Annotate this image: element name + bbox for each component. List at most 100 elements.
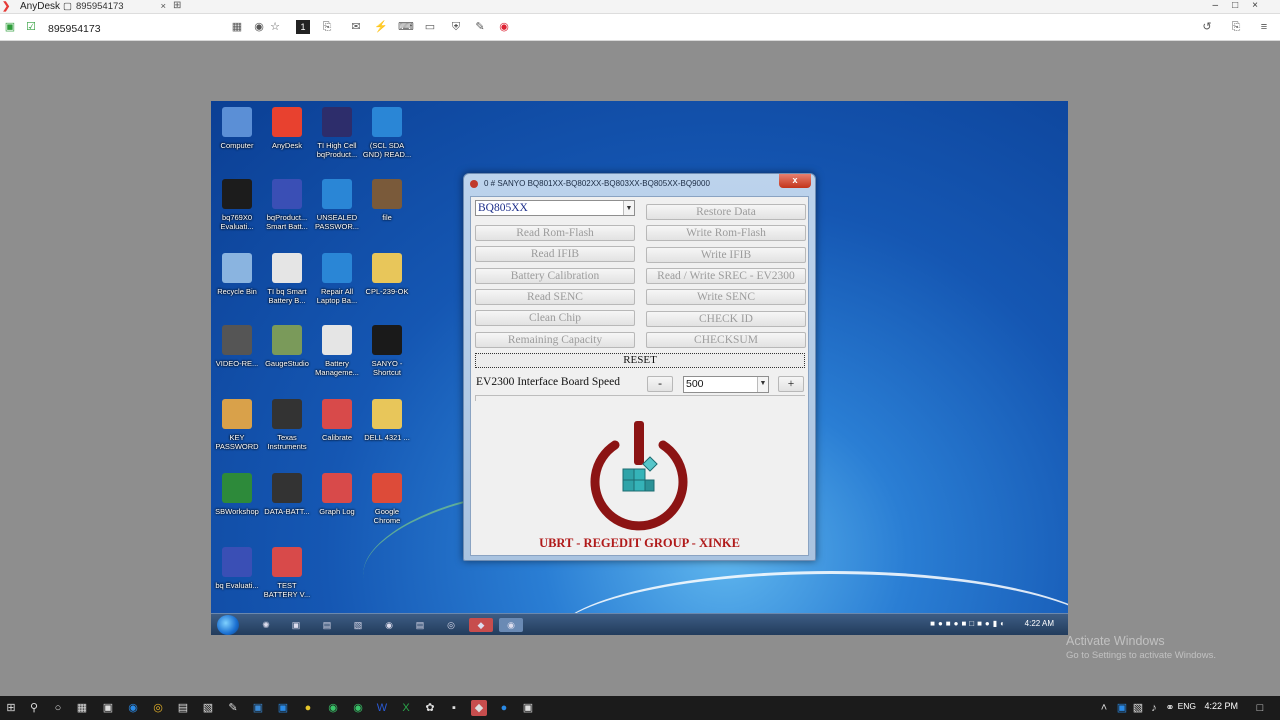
desktop-icon[interactable]: GaugeStudio xyxy=(261,325,313,368)
keyboard-icon[interactable]: ⌨ xyxy=(398,20,414,34)
desktop-icon[interactable]: TI High Cell bqProduct... xyxy=(311,107,363,159)
tool-button[interactable]: Remaining Capacity xyxy=(475,331,635,348)
taskbar-app-icon[interactable]: ▪ xyxy=(446,700,462,716)
language-indicator[interactable]: ENG xyxy=(1178,701,1196,711)
desktop-icon[interactable]: bq Evaluati... xyxy=(211,547,263,590)
chip-select[interactable]: BQ805XX ▼ xyxy=(475,200,635,216)
new-tab-icon[interactable]: ⊞ xyxy=(173,0,181,11)
taskbar-app-icon[interactable]: ✺ xyxy=(259,618,273,632)
start-orb-icon[interactable] xyxy=(217,615,239,635)
taskbar-app-icon[interactable]: ▣ xyxy=(250,700,266,716)
display-icon[interactable]: ▭ xyxy=(423,20,437,34)
taskbar-anydesk-icon[interactable]: ◆ xyxy=(469,618,493,632)
taskbar-app-icon[interactable]: ◉ xyxy=(382,618,396,632)
session-tab[interactable]: ▢ 895954173 × xyxy=(62,0,172,14)
barcode-icon[interactable]: ▦ xyxy=(230,20,244,34)
desktop-icon[interactable]: Calibrate xyxy=(311,399,363,442)
desktop-icon[interactable]: (SCL SDA GND) READ... xyxy=(361,107,413,159)
desktop-icon[interactable]: SBWorkshop xyxy=(211,473,263,516)
taskbar-app-icon[interactable]: ▣ xyxy=(275,700,291,716)
volume-icon[interactable]: ♪ xyxy=(1146,700,1162,716)
tool-button[interactable]: CHECKSUM xyxy=(646,331,806,348)
tool-button[interactable]: Read IFIB xyxy=(475,246,635,263)
taskbar-app-icon[interactable]: ✎ xyxy=(225,700,241,716)
desktop-icon[interactable]: Recycle Bin xyxy=(211,253,263,296)
chrome-icon[interactable]: ◎ xyxy=(150,700,166,716)
wifi-icon[interactable]: ⚭ xyxy=(1162,700,1178,716)
word-icon[interactable]: W xyxy=(374,700,390,716)
desktop-icon[interactable]: TEST BATTERY V... xyxy=(261,547,313,599)
actions-icon[interactable]: ⚡ xyxy=(374,20,388,34)
desktop-icon[interactable]: TI bq Smart Battery B... xyxy=(261,253,313,305)
speed-increase-button[interactable]: + xyxy=(778,376,804,392)
store-icon[interactable]: ▣ xyxy=(100,700,116,716)
excel-icon[interactable]: X xyxy=(398,700,414,716)
desktop-icon[interactable]: file xyxy=(361,179,413,222)
anydesk-taskbar-icon[interactable]: ◆ xyxy=(471,700,487,716)
file-transfer-icon[interactable]: ⎘ xyxy=(320,20,334,34)
tool-button[interactable]: Write Rom-Flash xyxy=(646,225,806,242)
chat-icon[interactable]: ✉ xyxy=(349,20,363,34)
desktop-icon[interactable]: Repair All Laptop Ba... xyxy=(311,253,363,305)
taskbar-app-icon[interactable]: ◉ xyxy=(125,700,141,716)
document-icon[interactable]: ⎘ xyxy=(1229,20,1243,34)
tool-button[interactable]: Read SENC xyxy=(475,288,635,305)
permissions-icon[interactable]: ⛨ xyxy=(449,20,463,34)
monitor-1-icon[interactable]: 1 xyxy=(296,20,310,34)
tab-close-icon[interactable]: × xyxy=(160,0,166,14)
search-icon[interactable]: ⚲ xyxy=(26,700,42,716)
taskbar-app-icon[interactable]: ● xyxy=(300,700,316,716)
folder-icon[interactable]: ▤ xyxy=(413,618,427,632)
desktop-icon[interactable]: Battery Manageme... xyxy=(311,325,363,377)
desktop-icon[interactable]: DELL 4321 ... xyxy=(361,399,413,442)
remote-desktop[interactable]: Computer AnyDesk TI High Cell bqProduct...… xyxy=(211,101,1068,635)
reset-button[interactable]: RESET xyxy=(475,353,805,368)
skype-icon[interactable]: ● xyxy=(496,700,512,716)
tool-button[interactable]: CHECK ID xyxy=(646,310,806,327)
desktop-icon[interactable]: Graph Log xyxy=(311,473,363,516)
chevron-down-icon[interactable]: ▼ xyxy=(623,201,634,215)
favorite-star-icon[interactable]: ☆ xyxy=(268,20,282,34)
taskbar-tool-icon[interactable]: ◉ xyxy=(499,618,523,632)
desktop-icon[interactable]: bqProduct... Smart Batt... xyxy=(261,179,313,231)
chevron-up-icon[interactable]: ˄ xyxy=(1096,700,1112,716)
system-tray-icons[interactable]: ■●■●■□■●▮◐ xyxy=(930,619,1008,628)
record-icon[interactable]: ◉ xyxy=(497,20,511,34)
taskbar-app-icon[interactable]: ▣ xyxy=(289,618,303,632)
task-view-icon[interactable]: ▦ xyxy=(74,700,90,716)
windows-start-icon[interactable]: ⊞ xyxy=(3,700,19,716)
notifications-icon[interactable]: □ xyxy=(1252,700,1268,716)
tool-button[interactable]: Clean Chip xyxy=(475,310,635,327)
tool-button[interactable]: Battery Calibration xyxy=(475,267,635,284)
network-icon[interactable]: ▧ xyxy=(1130,700,1146,716)
taskbar-app-icon[interactable]: ◉ xyxy=(325,700,341,716)
history-icon[interactable]: ↺ xyxy=(1200,20,1214,34)
desktop-icon[interactable]: bq769X0 Evaluati... xyxy=(211,179,263,231)
local-clock[interactable]: 4:22 PM xyxy=(1204,701,1238,711)
desktop-icon[interactable]: UNSEALED PASSWOR... xyxy=(311,179,363,231)
menu-icon[interactable]: ≡ xyxy=(1257,20,1271,34)
desktop-icon[interactable]: Google Chrome xyxy=(361,473,413,525)
tool-button[interactable]: Restore Data xyxy=(646,204,806,220)
desktop-icon[interactable]: VIDEO-RE... xyxy=(211,325,263,368)
taskbar-app-icon[interactable]: ◉ xyxy=(350,700,366,716)
tool-button[interactable]: Read / Write SREC - EV2300 xyxy=(646,267,806,284)
desktop-icon[interactable]: CPL-239-OK xyxy=(361,253,413,296)
chrome-icon[interactable]: ◎ xyxy=(444,618,458,632)
taskbar-app-icon[interactable]: ▤ xyxy=(175,700,191,716)
desktop-icon[interactable]: DATA-BATT... xyxy=(261,473,313,516)
taskbar-app-icon[interactable]: ✿ xyxy=(422,700,438,716)
desktop-icon[interactable]: KEY PASSWORD xyxy=(211,399,263,451)
speed-select[interactable]: 500 ▼ xyxy=(683,376,769,393)
tool-button[interactable]: Read Rom-Flash xyxy=(475,225,635,241)
desktop-icon[interactable]: Texas Instruments xyxy=(261,399,313,451)
taskbar-app-icon[interactable]: ▧ xyxy=(200,700,216,716)
window-close-button[interactable]: x xyxy=(779,174,811,188)
desktop-icon[interactable]: SANYO - Shortcut xyxy=(361,325,413,377)
tray-app-icon[interactable]: ▣ xyxy=(1114,700,1130,716)
address-field[interactable]: 895954173 xyxy=(48,23,101,35)
tool-button[interactable]: Write IFIB xyxy=(646,246,806,263)
chevron-down-icon[interactable]: ▼ xyxy=(757,377,768,392)
cortana-icon[interactable]: ○ xyxy=(50,700,66,716)
pen-icon[interactable]: ✎ xyxy=(473,20,487,34)
